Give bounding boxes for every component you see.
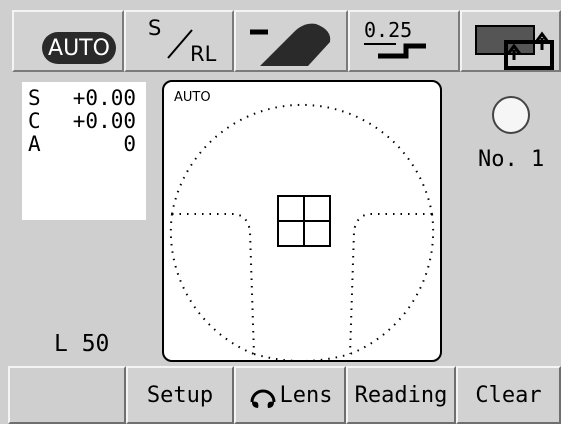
crosshair-target-icon [277, 195, 331, 247]
lens-profile-icon [250, 23, 331, 66]
axis-label: A [28, 132, 41, 156]
step-button[interactable]: 0.25 [348, 10, 460, 72]
auto-mode-button[interactable]: AUTO [12, 10, 124, 72]
lens-face-icon [250, 389, 275, 408]
blank-bottom-button[interactable] [8, 366, 126, 424]
cylinder-value: +0.00 [72, 109, 136, 133]
setup-label: Setup [146, 382, 214, 408]
reading-label: Reading [354, 382, 448, 408]
window-stack-icon [475, 25, 554, 70]
axis-value: 0 [123, 132, 136, 156]
l-value-readout: L 50 [54, 331, 110, 357]
lensmeter-screen: AUTO S RL 0.25 S +0.00 C +0.00 A 0 L 50 … [0, 0, 561, 424]
window-toggle-button[interactable] [460, 10, 561, 72]
lens-type-button[interactable] [234, 10, 348, 72]
status-circle-icon [492, 96, 530, 134]
setup-button[interactable]: Setup [126, 366, 234, 424]
lens-label: Lens [279, 382, 333, 408]
s-rl-button[interactable]: S RL [124, 10, 234, 72]
lens-number-label: No. 1 [478, 147, 545, 172]
reading-button[interactable]: Reading [346, 366, 456, 424]
top-toolbar: AUTO S RL 0.25 [0, 0, 561, 74]
readings-panel: S +0.00 C +0.00 A 0 [22, 82, 146, 220]
rl-label: RL [190, 42, 217, 66]
cylinder-label: C [28, 109, 41, 133]
slash-icon [167, 29, 193, 59]
clear-label: Clear [475, 382, 542, 408]
bottom-toolbar: Setup Lens Reading Clear [0, 362, 561, 424]
step-increment-icon [364, 43, 426, 59]
sphere-value: +0.00 [72, 86, 136, 110]
clear-button[interactable]: Clear [456, 366, 561, 424]
sphere-label: S [28, 86, 41, 110]
auto-mode-pill: AUTO [42, 32, 116, 64]
auto-mode-label: AUTO [48, 35, 110, 61]
target-display: AUTO [162, 80, 442, 362]
lens-button[interactable]: Lens [234, 366, 346, 424]
